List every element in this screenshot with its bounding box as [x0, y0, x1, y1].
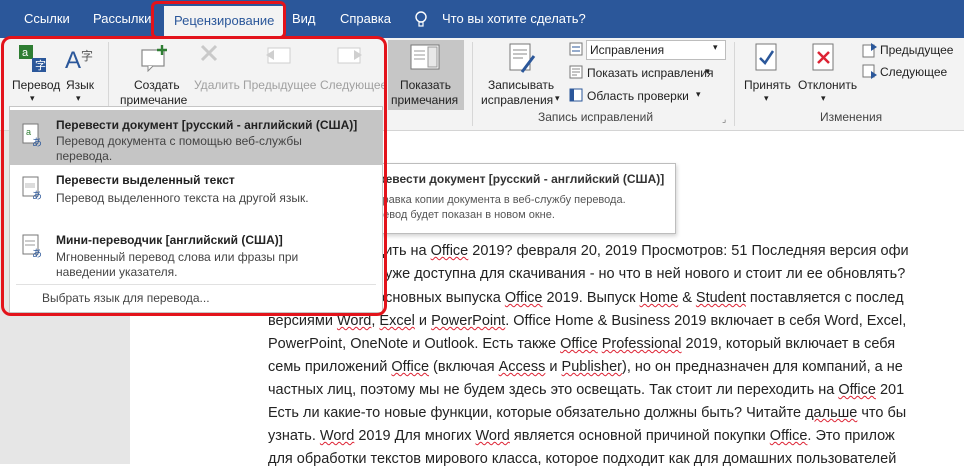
doc-line: Есть ли какие-то новые функции, которые …: [268, 405, 907, 421]
previous-change-button[interactable]: Предыдущее: [880, 43, 953, 57]
reviewing-pane-button[interactable]: Область проверки: [587, 89, 689, 103]
dialog-launcher-icon[interactable]: ⌟: [722, 114, 726, 125]
doc-line: основных выпуска Office 2019. Выпуск Hom…: [377, 290, 904, 306]
track-changes-label-1[interactable]: Записывать: [488, 78, 554, 92]
translate-area-highlight: [1, 36, 387, 316]
doc-line: семь приложений Office (включая Access и…: [268, 359, 903, 375]
tab-view[interactable]: Вид: [292, 0, 316, 38]
accept-icon[interactable]: [754, 42, 782, 74]
chevron-down-icon: ▾: [696, 89, 701, 99]
doc-line: узнать. Word 2019 Для многих Word являет…: [268, 428, 895, 444]
chevron-down-icon: ▾: [555, 93, 560, 103]
reviewing-pane-icon: [569, 88, 583, 102]
tooltip-line-2: Перевод будет показан в новом окне.: [363, 209, 555, 221]
doc-line: для обработки текстов мирового класса, к…: [268, 451, 897, 467]
accept-button-label[interactable]: Принять: [744, 78, 791, 92]
previous-change-icon: [862, 43, 877, 58]
reject-icon[interactable]: [811, 42, 839, 74]
chevron-down-icon: ▾: [764, 93, 769, 103]
track-changes-icon[interactable]: [508, 42, 538, 76]
review-tab-highlight: [151, 1, 286, 39]
tooltip: Перевести документ [русский - английский…: [352, 163, 676, 234]
doc-line: уже доступна для скачивания - но что в н…: [385, 266, 906, 282]
show-comments-icon: [410, 44, 440, 70]
chevron-down-icon: ▾: [713, 42, 718, 52]
doc-line: одить на Office 2019? февраля 20, 2019 П…: [368, 243, 909, 259]
next-change-icon: [862, 64, 877, 79]
reject-button-label[interactable]: Отклонить: [798, 78, 857, 92]
show-comments-label-2: примечания: [391, 93, 459, 107]
tooltip-line-1: Отправка копии документа в веб-службу пе…: [363, 194, 626, 206]
tab-mailings[interactable]: Рассылки: [93, 0, 151, 38]
markup-display-icon: [569, 42, 583, 56]
tab-bar: Ссылки Рассылки Рецензирование Вид Справ…: [0, 0, 964, 38]
show-markup-button[interactable]: Показать исправления: [587, 66, 714, 80]
show-markup-icon: [569, 65, 583, 79]
group-label-changes: Изменения: [820, 110, 883, 124]
tell-me-search[interactable]: Что вы хотите сделать?: [442, 0, 586, 38]
markup-select-value: Исправления: [590, 43, 665, 57]
tooltip-title: Перевести документ [русский - английский…: [363, 172, 665, 186]
separator: [734, 42, 735, 126]
tab-help[interactable]: Справка: [340, 0, 391, 38]
lightbulb-icon: [415, 11, 427, 27]
doc-line: частных лиц, поэтому мы не будем здесь э…: [268, 382, 905, 398]
chevron-down-icon: ▾: [821, 93, 826, 103]
chevron-down-icon: ▾: [705, 66, 710, 76]
tab-references[interactable]: Ссылки: [24, 0, 70, 38]
doc-line: PowerPoint, OneNote и Outlook. Есть такж…: [268, 336, 896, 352]
show-comments-label-1: Показать: [400, 78, 452, 92]
separator: [472, 42, 473, 126]
next-change-button[interactable]: Следующее: [880, 65, 947, 79]
track-changes-label-2[interactable]: исправления: [481, 93, 553, 107]
group-label-tracking: Запись исправлений: [538, 110, 654, 124]
